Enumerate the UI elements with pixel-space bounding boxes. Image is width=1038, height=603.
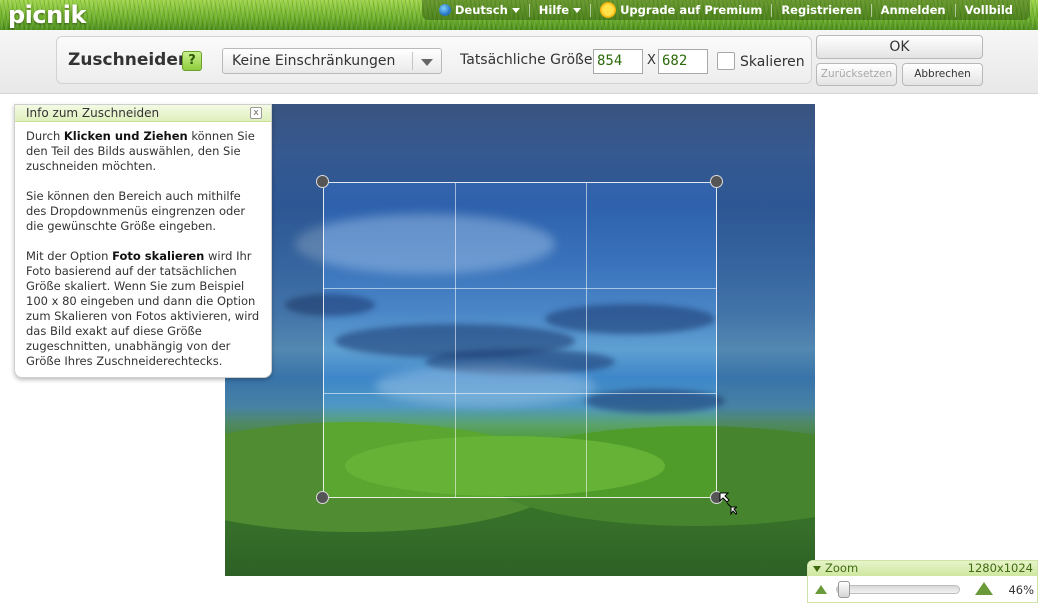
ok-button[interactable]: OK — [816, 35, 983, 59]
sun-icon — [600, 2, 617, 18]
register-link[interactable]: Registrieren — [772, 3, 870, 17]
globe-icon — [438, 4, 451, 16]
info-text: wird Ihr Foto basierend auf der tatsächl… — [26, 249, 260, 368]
crop-grid-line — [324, 288, 716, 289]
info-paragraph-1: Durch Klicken und Ziehen können Sie den … — [26, 129, 261, 174]
crop-outside-shade — [717, 182, 815, 498]
login-link[interactable]: Anmelden — [872, 3, 955, 17]
scale-label[interactable]: Skalieren — [740, 54, 805, 70]
help-label: Hilfe — [538, 3, 570, 17]
tool-title: Zuschneiden — [68, 50, 190, 70]
image-dimensions: 1280x1024 — [967, 561, 1033, 575]
info-panel-body: Durch Klicken und Ziehen können Sie den … — [15, 122, 271, 369]
zoom-header[interactable]: Zoom 1280x1024 — [808, 561, 1037, 576]
height-input[interactable]: 682 — [658, 49, 708, 74]
crop-rectangle[interactable] — [323, 182, 717, 498]
scale-checkbox[interactable] — [717, 52, 735, 70]
constraint-value: Keine Einschränkungen — [232, 53, 396, 69]
crop-outside-shade — [225, 104, 815, 182]
help-menu[interactable]: Hilfe — [530, 3, 590, 17]
constraint-dropdown[interactable]: Keine Einschränkungen — [222, 48, 442, 74]
crop-grid-line — [324, 393, 716, 394]
language-menu[interactable]: Deutsch — [430, 3, 529, 17]
fullscreen-link[interactable]: Vollbild — [956, 3, 1022, 17]
zoom-title: Zoom — [825, 561, 859, 575]
upgrade-link[interactable]: Upgrade auf Premium — [591, 2, 771, 18]
cancel-button[interactable]: Abbrechen — [902, 63, 983, 86]
info-text: Durch — [26, 129, 64, 143]
chevron-down-icon — [813, 566, 821, 572]
top-nav: Deutsch Hilfe Upgrade auf Premium Regist… — [421, 0, 1030, 20]
crop-info-panel: Info zum Zuschneiden x Durch Klicken und… — [14, 104, 272, 378]
actual-size-label: Tatsächliche Größe: — [460, 52, 598, 68]
chevron-down-icon — [573, 7, 582, 13]
size-separator: X — [647, 53, 656, 68]
info-panel-header: Info zum Zuschneiden x — [15, 105, 271, 122]
mountain-large-icon[interactable] — [975, 582, 993, 595]
crop-grid-line — [455, 183, 456, 497]
crop-options-panel: Zuschneiden ? Keine Einschränkungen Tats… — [56, 36, 812, 84]
top-bar: picnik Deutsch Hilfe Upgrade auf Premium… — [0, 0, 1038, 30]
info-bold-text: Klicken und Ziehen — [63, 129, 188, 143]
info-text: Mit der Option — [26, 249, 113, 263]
upgrade-label: Upgrade auf Premium — [620, 3, 763, 17]
help-button[interactable]: ? — [182, 51, 202, 71]
reset-button[interactable]: Zurücksetzen — [816, 63, 897, 86]
language-label: Deutsch — [454, 3, 508, 17]
zoom-percent: 46% — [1008, 583, 1034, 597]
crop-handle-top-right[interactable] — [710, 175, 723, 188]
width-input[interactable]: 854 — [593, 49, 643, 74]
chevron-down-icon — [421, 59, 433, 66]
crop-handle-bottom-left[interactable] — [316, 491, 329, 504]
mountain-small-icon[interactable] — [815, 585, 827, 594]
crop-handle-top-left[interactable] — [316, 175, 329, 188]
info-bold-text: Foto skalieren — [112, 249, 205, 263]
picnik-logo[interactable]: picnik — [8, 1, 86, 29]
close-icon[interactable]: x — [250, 107, 262, 119]
zoom-slider[interactable] — [836, 585, 960, 594]
resize-cursor-icon — [719, 492, 737, 516]
info-paragraph-3: Mit der Option Foto skalieren wird Ihr F… — [26, 249, 261, 369]
info-panel-title: Info zum Zuschneiden — [26, 106, 160, 120]
crop-grid-line — [586, 183, 587, 497]
dropdown-divider — [412, 52, 413, 70]
info-paragraph-2: Sie können den Bereich auch mithilfe des… — [26, 189, 246, 233]
zoom-slider-thumb[interactable] — [838, 581, 850, 598]
chevron-down-icon — [511, 7, 520, 13]
